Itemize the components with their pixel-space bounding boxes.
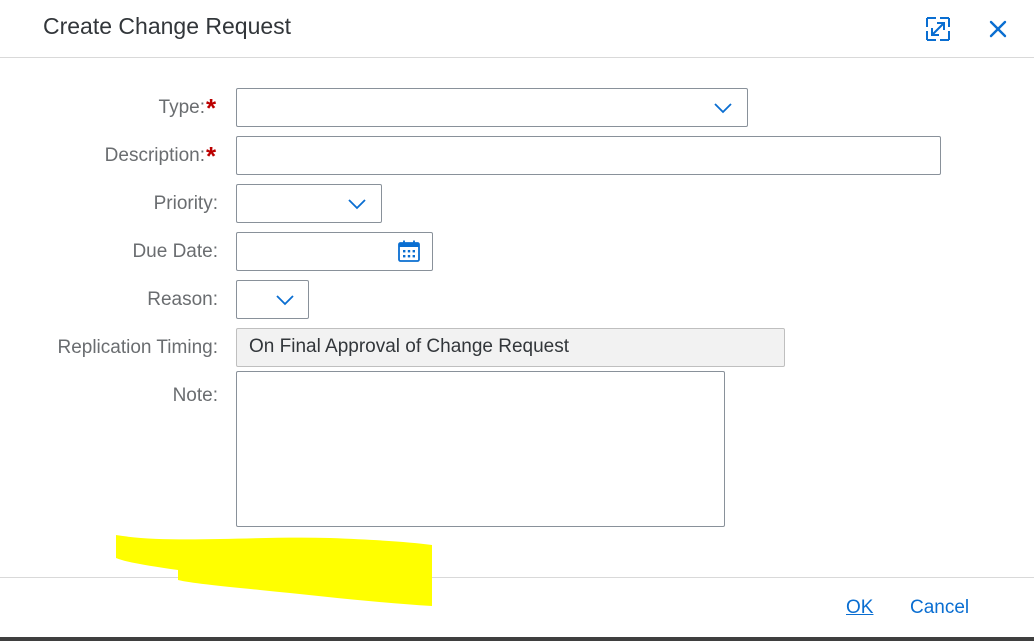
redaction-highlight — [116, 535, 432, 606]
window-bottom-edge — [0, 637, 1034, 641]
create-change-request-dialog: Create Change Request Type: * Descriptio… — [0, 0, 1034, 641]
